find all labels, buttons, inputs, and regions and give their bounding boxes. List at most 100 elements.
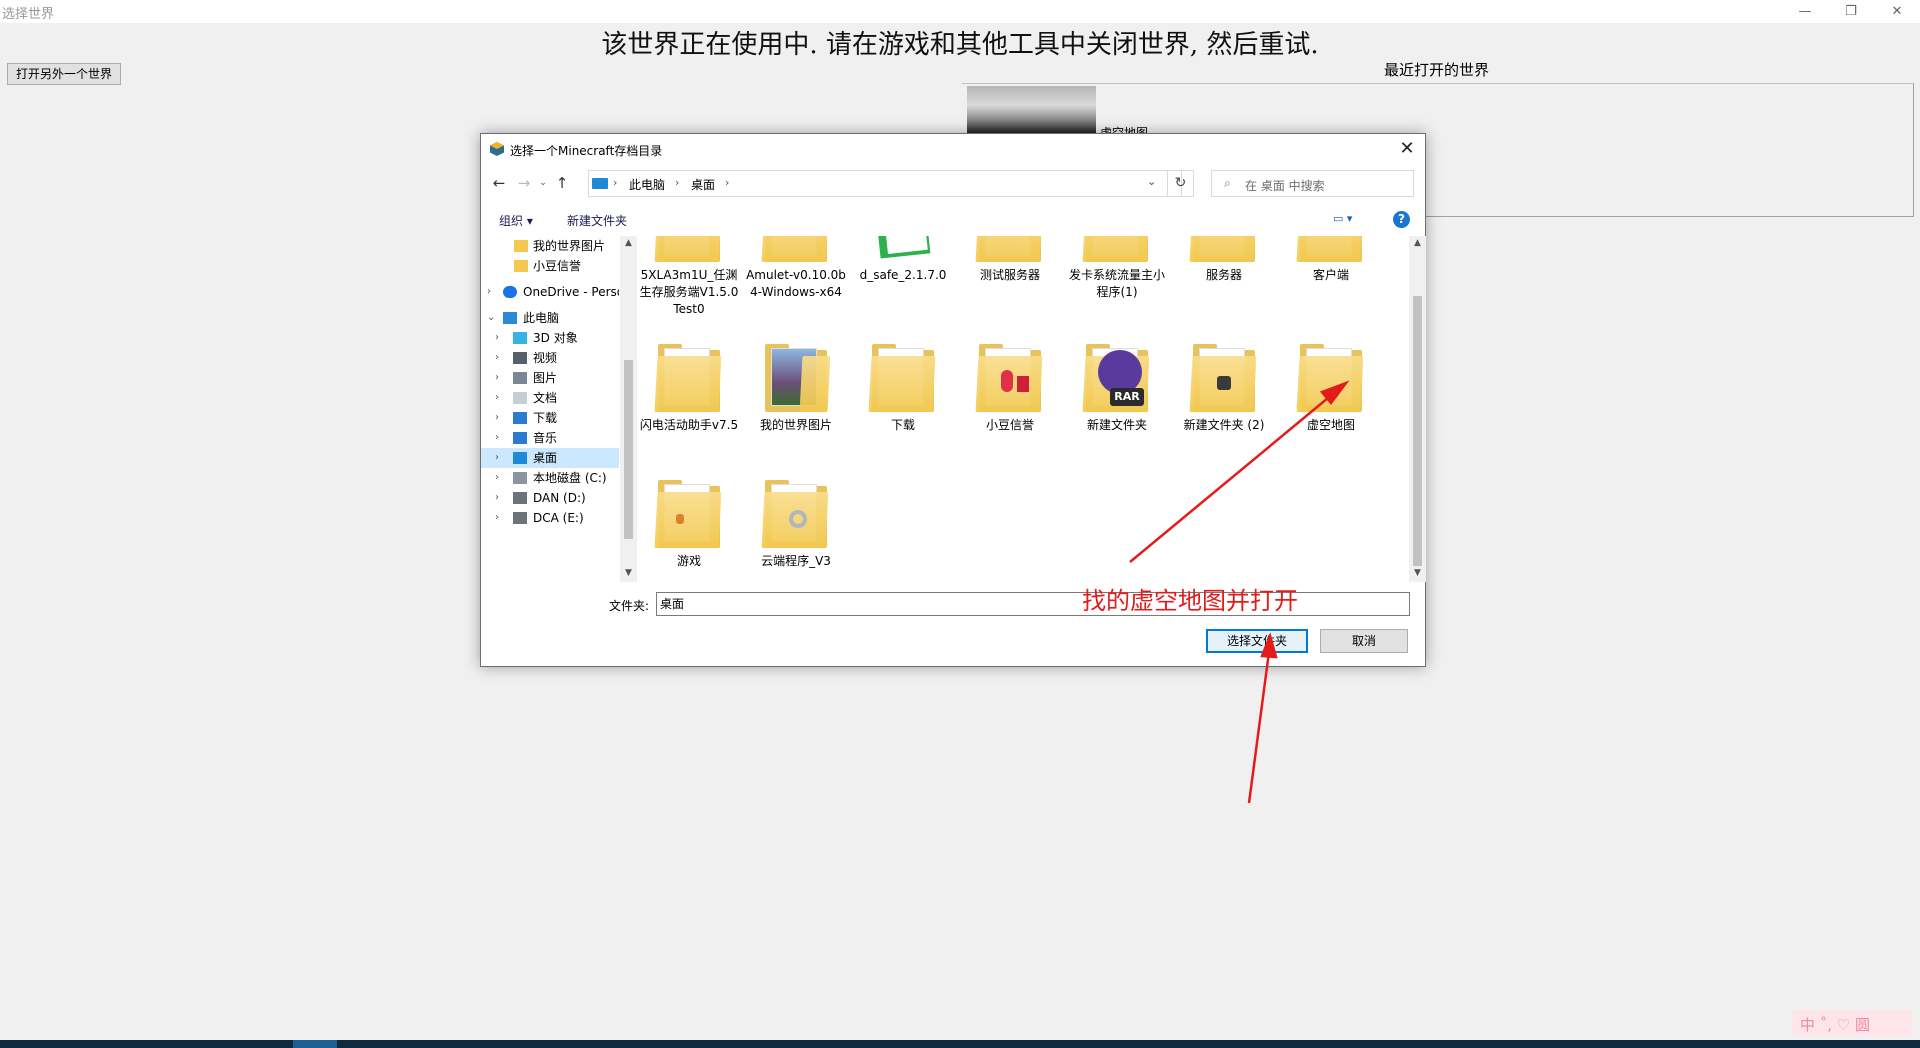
tree-item-my-world-pictures[interactable]: 我的世界图片 — [481, 236, 619, 256]
folder-item[interactable]: 客户端 — [1279, 236, 1383, 284]
folder-item[interactable]: 闪电活动助手v7.5 — [637, 340, 741, 434]
tree-item-this-pc[interactable]: ⌄ 此电脑 — [481, 308, 619, 328]
navigation-scrollbar[interactable]: ▲ ▼ — [620, 236, 637, 582]
view-options-button[interactable]: ▭ ▾ — [1333, 212, 1352, 225]
folder-item[interactable]: 测试服务器 — [958, 236, 1062, 284]
tree-item-drive-e[interactable]: › DCA (E:) — [481, 508, 619, 528]
folder-label: 闪电活动助手v7.5 — [639, 418, 739, 432]
folder-item[interactable]: 游戏 — [637, 476, 741, 570]
chevron-right-icon[interactable]: › — [495, 428, 499, 448]
folder-icon — [1296, 236, 1366, 264]
tree-item-documents[interactable]: › 文档 — [481, 388, 619, 408]
folder-icon: RAR — [1082, 340, 1152, 414]
breadcrumb-separator[interactable]: › — [725, 176, 729, 189]
folder-field-label: 文件夹: — [609, 599, 650, 613]
tree-item-pictures[interactable]: › 图片 — [481, 368, 619, 388]
folder-icon — [1296, 340, 1366, 414]
chevron-right-icon[interactable]: › — [495, 448, 499, 468]
tree-item-drive-d[interactable]: › DAN (D:) — [481, 488, 619, 508]
folder-item[interactable]: 新建文件夹 (2) — [1172, 340, 1276, 434]
restore-button[interactable]: ❐ — [1828, 0, 1874, 23]
breadcrumb-separator[interactable]: › — [675, 176, 679, 189]
chevron-right-icon[interactable]: › — [487, 282, 491, 302]
tree-item-drive-c[interactable]: › 本地磁盘 (C:) — [481, 468, 619, 488]
help-icon[interactable]: ? — [1393, 211, 1410, 228]
tree-item-videos[interactable]: › 视频 — [481, 348, 619, 368]
computer-icon — [503, 312, 517, 324]
select-folder-button[interactable]: 选择文件夹 — [1206, 629, 1308, 653]
close-button[interactable]: ✕ — [1874, 0, 1920, 23]
recent-locations-button[interactable]: ⌄ — [534, 174, 552, 192]
folder-item[interactable]: 下载 — [851, 340, 955, 434]
back-button[interactable]: ← — [490, 174, 508, 192]
folder-item[interactable]: 发卡系统流量主小程序(1) — [1065, 236, 1169, 301]
folder-item[interactable]: 小豆信誉 — [958, 340, 1062, 434]
folder-item[interactable]: d_safe_2.1.7.0 — [851, 236, 955, 284]
scroll-up-icon[interactable]: ▲ — [620, 238, 637, 248]
breadcrumb-desktop[interactable]: 桌面 — [691, 176, 715, 193]
folder-icon — [654, 476, 724, 550]
folder-item[interactable]: 5XLA3m1U_任渊生存服务端V1.5.0 Test0 — [637, 236, 741, 318]
organize-menu[interactable]: 组织 ▾ — [499, 212, 533, 229]
folder-item[interactable]: 云端程序_V3 — [744, 476, 848, 570]
dialog-close-button[interactable]: ✕ — [1395, 137, 1419, 161]
folder-label: 新建文件夹 — [1086, 418, 1147, 432]
search-input[interactable]: ⌕ 在 桌面 中搜索 — [1211, 170, 1414, 197]
files-scrollbar[interactable]: ▲ ▼ — [1409, 236, 1426, 582]
chevron-right-icon[interactable]: › — [495, 408, 499, 428]
address-dropdown-icon[interactable]: ⌄ — [1147, 175, 1156, 188]
new-folder-button[interactable]: 新建文件夹 — [567, 212, 627, 229]
open-other-world-button[interactable]: 打开另外一个世界 — [7, 63, 121, 85]
dialog-title: 选择一个Minecraft存档目录 — [510, 144, 663, 158]
scrollbar-thumb[interactable] — [624, 360, 633, 539]
folder-item[interactable]: RAR 新建文件夹 — [1065, 340, 1169, 434]
chevron-right-icon[interactable]: › — [495, 328, 499, 348]
tree-item-3d-objects[interactable]: › 3D 对象 — [481, 328, 619, 348]
tree-item-label: 3D 对象 — [533, 331, 578, 345]
scroll-down-icon[interactable]: ▼ — [620, 568, 637, 578]
chevron-right-icon[interactable]: › — [495, 388, 499, 408]
chevron-right-icon[interactable]: › — [495, 508, 499, 528]
tree-item-label: 此电脑 — [523, 311, 560, 325]
address-bar[interactable]: › 此电脑 › 桌面 › ⌄ — [588, 170, 1182, 197]
folder-picker-dialog: 选择一个Minecraft存档目录 ✕ ← → ⌄ ↑ › 此电脑 › 桌面 ›… — [480, 133, 1426, 667]
ime-indicator[interactable]: 中 ˚, ♡ 圆 — [1792, 1010, 1912, 1036]
world-in-use-banner: 该世界正在使用中. 请在游戏和其他工具中关闭世界, 然后重试. — [601, 30, 1319, 60]
taskbar-active-app[interactable] — [293, 1040, 337, 1048]
tree-item-downloads[interactable]: › 下载 — [481, 408, 619, 428]
tree-item-label: 我的世界图片 — [533, 239, 606, 253]
folder-item[interactable]: Amulet-v0.10.0b4-Windows-x64 — [744, 236, 848, 301]
tree-item-xiaodou[interactable]: 小豆信誉 — [481, 256, 619, 276]
chevron-down-icon[interactable]: ⌄ — [487, 308, 495, 328]
folder-item[interactable]: 服务器 — [1172, 236, 1276, 284]
tree-item-label: 音乐 — [533, 431, 558, 445]
chevron-right-icon[interactable]: › — [495, 468, 499, 488]
scroll-down-icon[interactable]: ▼ — [1409, 568, 1426, 578]
refresh-button[interactable]: ↻ — [1167, 170, 1194, 197]
tree-item-desktop[interactable]: › 桌面 — [481, 448, 619, 468]
tree-item-label: 视频 — [533, 351, 558, 365]
folder-name-input[interactable]: 桌面 找的虚空地图并打开 — [656, 589, 1410, 616]
folder-item[interactable]: 我的世界图片 — [744, 340, 848, 434]
breadcrumb-separator[interactable]: › — [613, 176, 617, 189]
chevron-right-icon[interactable]: › — [495, 348, 499, 368]
app-titlebar: 选择世界 — ❐ ✕ — [0, 0, 1920, 23]
chevron-right-icon[interactable]: › — [495, 488, 499, 508]
cancel-button[interactable]: 取消 — [1320, 629, 1408, 653]
breadcrumb-this-pc[interactable]: 此电脑 — [629, 176, 665, 193]
tree-item-music[interactable]: › 音乐 — [481, 428, 619, 448]
folder-icon — [1189, 236, 1259, 264]
minimize-button[interactable]: — — [1782, 0, 1828, 23]
forward-button[interactable]: → — [515, 174, 533, 192]
folder-icon — [654, 340, 724, 414]
navigation-pane: 我的世界图片 小豆信誉 › OneDrive - Perso ⌄ 此电脑 › 3… — [481, 236, 619, 582]
chevron-right-icon[interactable]: › — [495, 368, 499, 388]
folder-item-void-map[interactable]: 虚空地图 — [1279, 340, 1383, 434]
scrollbar-thumb[interactable] — [1413, 296, 1422, 566]
scroll-up-icon[interactable]: ▲ — [1409, 238, 1426, 248]
up-button[interactable]: ↑ — [553, 174, 571, 192]
recent-world-thumbnail[interactable] — [967, 86, 1096, 134]
folder-label: Amulet-v0.10.0b4-Windows-x64 — [746, 268, 846, 299]
pictures-icon — [513, 372, 527, 384]
tree-item-onedrive[interactable]: › OneDrive - Perso — [481, 282, 619, 302]
